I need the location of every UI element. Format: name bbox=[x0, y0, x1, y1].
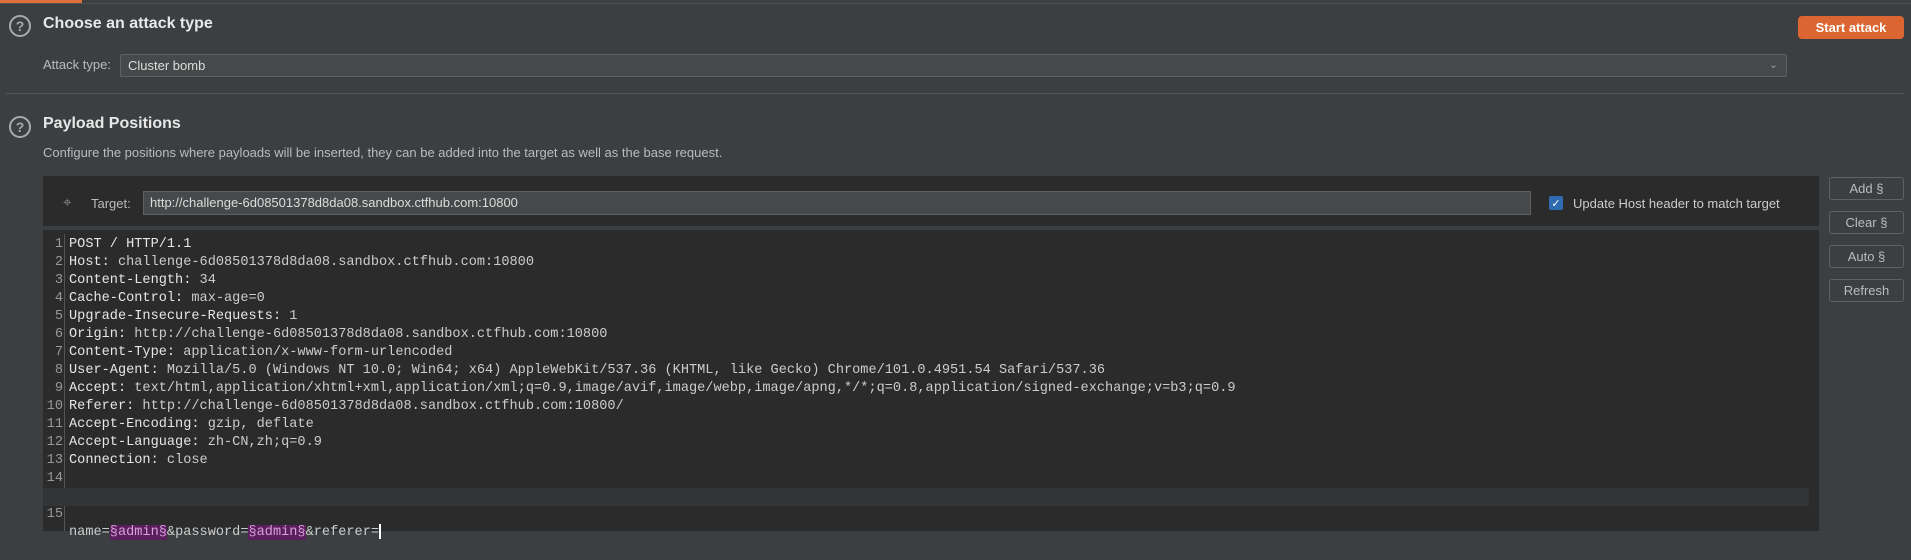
line-number: 3 bbox=[54, 273, 63, 288]
line-number: 14 bbox=[46, 471, 63, 486]
header-value: text/html,application/xhtml+xml,applicat… bbox=[126, 381, 1236, 396]
header-name: Origin: bbox=[69, 327, 127, 342]
request-line[interactable]: 6 Origin: http://challenge-6d08501378d8da… bbox=[43, 326, 1809, 344]
request-line[interactable]: 11 Accept-Encoding: gzip, deflate bbox=[43, 416, 1809, 434]
attack-type-value: Cluster bomb bbox=[128, 58, 206, 73]
request-line[interactable]: 3 Content-Length: 34 bbox=[43, 272, 1809, 290]
header-value: gzip, deflate bbox=[199, 417, 314, 432]
header-value: zh-CN,zh;q=0.9 bbox=[199, 435, 322, 450]
header-value: 34 bbox=[191, 273, 216, 288]
line-number: 7 bbox=[54, 345, 63, 360]
header-name: Accept-Encoding: bbox=[69, 417, 200, 432]
request-line[interactable]: 14 bbox=[43, 470, 1809, 488]
request-line[interactable]: 13 Connection: close bbox=[43, 452, 1809, 470]
header-name: Accept: bbox=[69, 381, 127, 396]
refresh-button[interactable]: Refresh bbox=[1829, 279, 1904, 302]
request-editor[interactable]: 1 POST / HTTP/1.1 2 Host: challenge-6d08501… bbox=[43, 234, 1819, 541]
request-line[interactable]: 1 POST / HTTP/1.1 bbox=[43, 236, 1809, 254]
tab-strip-border bbox=[0, 0, 1911, 4]
line-number: 12 bbox=[46, 435, 63, 450]
header-name: Connection: bbox=[69, 453, 159, 468]
body-text: &password= bbox=[166, 525, 249, 541]
section-title-payload-positions: Payload Positions bbox=[43, 115, 181, 132]
section-description: Configure the positions where payloads w… bbox=[43, 145, 723, 160]
header-value: 1 bbox=[281, 309, 298, 324]
header-name: Referer: bbox=[69, 399, 135, 414]
line-number: 5 bbox=[54, 309, 63, 324]
header-value: Mozilla/5.0 (Windows NT 10.0; Win64; x64… bbox=[158, 363, 1106, 378]
payload-position-name: §admin§ bbox=[109, 525, 167, 541]
help-icon[interactable]: ? bbox=[9, 15, 31, 37]
divider bbox=[6, 93, 1904, 94]
clear-payload-markers-button[interactable]: Clear § bbox=[1829, 211, 1904, 234]
header-value: max-age=0 bbox=[183, 291, 265, 306]
request-line[interactable]: 9 Accept: text/html,application/xhtml+xml… bbox=[43, 380, 1809, 398]
crosshair-icon: ⌖ bbox=[63, 194, 72, 211]
attack-type-label: Attack type: bbox=[43, 57, 111, 72]
help-icon[interactable]: ? bbox=[9, 116, 31, 138]
line-number: 6 bbox=[54, 327, 63, 342]
body-text: &referer= bbox=[305, 525, 380, 541]
update-host-label: Update Host header to match target bbox=[1573, 196, 1780, 211]
target-label: Target: bbox=[91, 196, 131, 211]
target-input[interactable]: http://challenge-6d08501378d8da08.sandbo… bbox=[143, 191, 1531, 215]
header-value: close bbox=[158, 453, 208, 468]
header-name: Host: bbox=[69, 255, 110, 270]
header-name: User-Agent: bbox=[69, 363, 159, 378]
header-name: Upgrade-Insecure-Requests: bbox=[69, 309, 282, 324]
request-line[interactable]: 8 User-Agent: Mozilla/5.0 (Windows NT 10.… bbox=[43, 362, 1809, 380]
header-name: Content-Length: bbox=[69, 273, 192, 288]
line-number: 8 bbox=[54, 363, 63, 378]
text-caret bbox=[379, 524, 382, 539]
payload-position-password: §admin§ bbox=[248, 525, 306, 541]
section-title-attack-type: Choose an attack type bbox=[43, 15, 213, 32]
line-number: 13 bbox=[46, 453, 63, 468]
line-number: 2 bbox=[54, 255, 63, 270]
header-value: http://challenge-6d08501378d8da08.sandbo… bbox=[134, 399, 624, 414]
line-number: 4 bbox=[54, 291, 63, 306]
chevron-down-icon: ⌄ bbox=[1768, 59, 1778, 71]
header-value: challenge-6d08501378d8da08.sandbox.ctfhu… bbox=[109, 255, 534, 270]
add-payload-marker-button[interactable]: Add § bbox=[1829, 177, 1904, 200]
line-number: 9 bbox=[54, 381, 63, 396]
header-value: http://challenge-6d08501378d8da08.sandbo… bbox=[126, 327, 608, 342]
request-line[interactable]: 4 Cache-Control: max-age=0 bbox=[43, 290, 1809, 308]
request-line[interactable]: 10 Referer: http://challenge-6d08501378d8… bbox=[43, 398, 1809, 416]
update-host-checkbox[interactable]: ✓ bbox=[1549, 196, 1563, 210]
line-number: 10 bbox=[46, 399, 63, 414]
active-tab-indicator bbox=[0, 0, 82, 3]
body-text: name= bbox=[69, 525, 110, 541]
request-line[interactable]: 7 Content-Type: application/x-www-form-ur… bbox=[43, 344, 1809, 362]
header-name: Cache-Control: bbox=[69, 291, 184, 306]
header-value: application/x-www-form-urlencoded bbox=[175, 345, 453, 360]
auto-payload-markers-button[interactable]: Auto § bbox=[1829, 245, 1904, 268]
line-number: 1 bbox=[54, 237, 63, 252]
header-name: POST / HTTP/1.1 bbox=[69, 237, 192, 252]
request-line[interactable]: 2 Host: challenge-6d08501378d8da08.sandbo… bbox=[43, 254, 1809, 272]
header-name: Content-Type: bbox=[69, 345, 176, 360]
request-line[interactable]: 12 Accept-Language: zh-CN,zh;q=0.9 bbox=[43, 434, 1809, 452]
header-name: Accept-Language: bbox=[69, 435, 200, 450]
request-body-line[interactable]: 15 name=§admin§&password=§admin§&referer… bbox=[43, 488, 1809, 541]
attack-type-select[interactable]: Cluster bomb ⌄ bbox=[120, 54, 1787, 77]
start-attack-button[interactable]: Start attack bbox=[1798, 16, 1904, 39]
line-number: 11 bbox=[46, 417, 63, 432]
request-line[interactable]: 5 Upgrade-Insecure-Requests: 1 bbox=[43, 308, 1809, 326]
line-number: 15 bbox=[46, 507, 63, 522]
